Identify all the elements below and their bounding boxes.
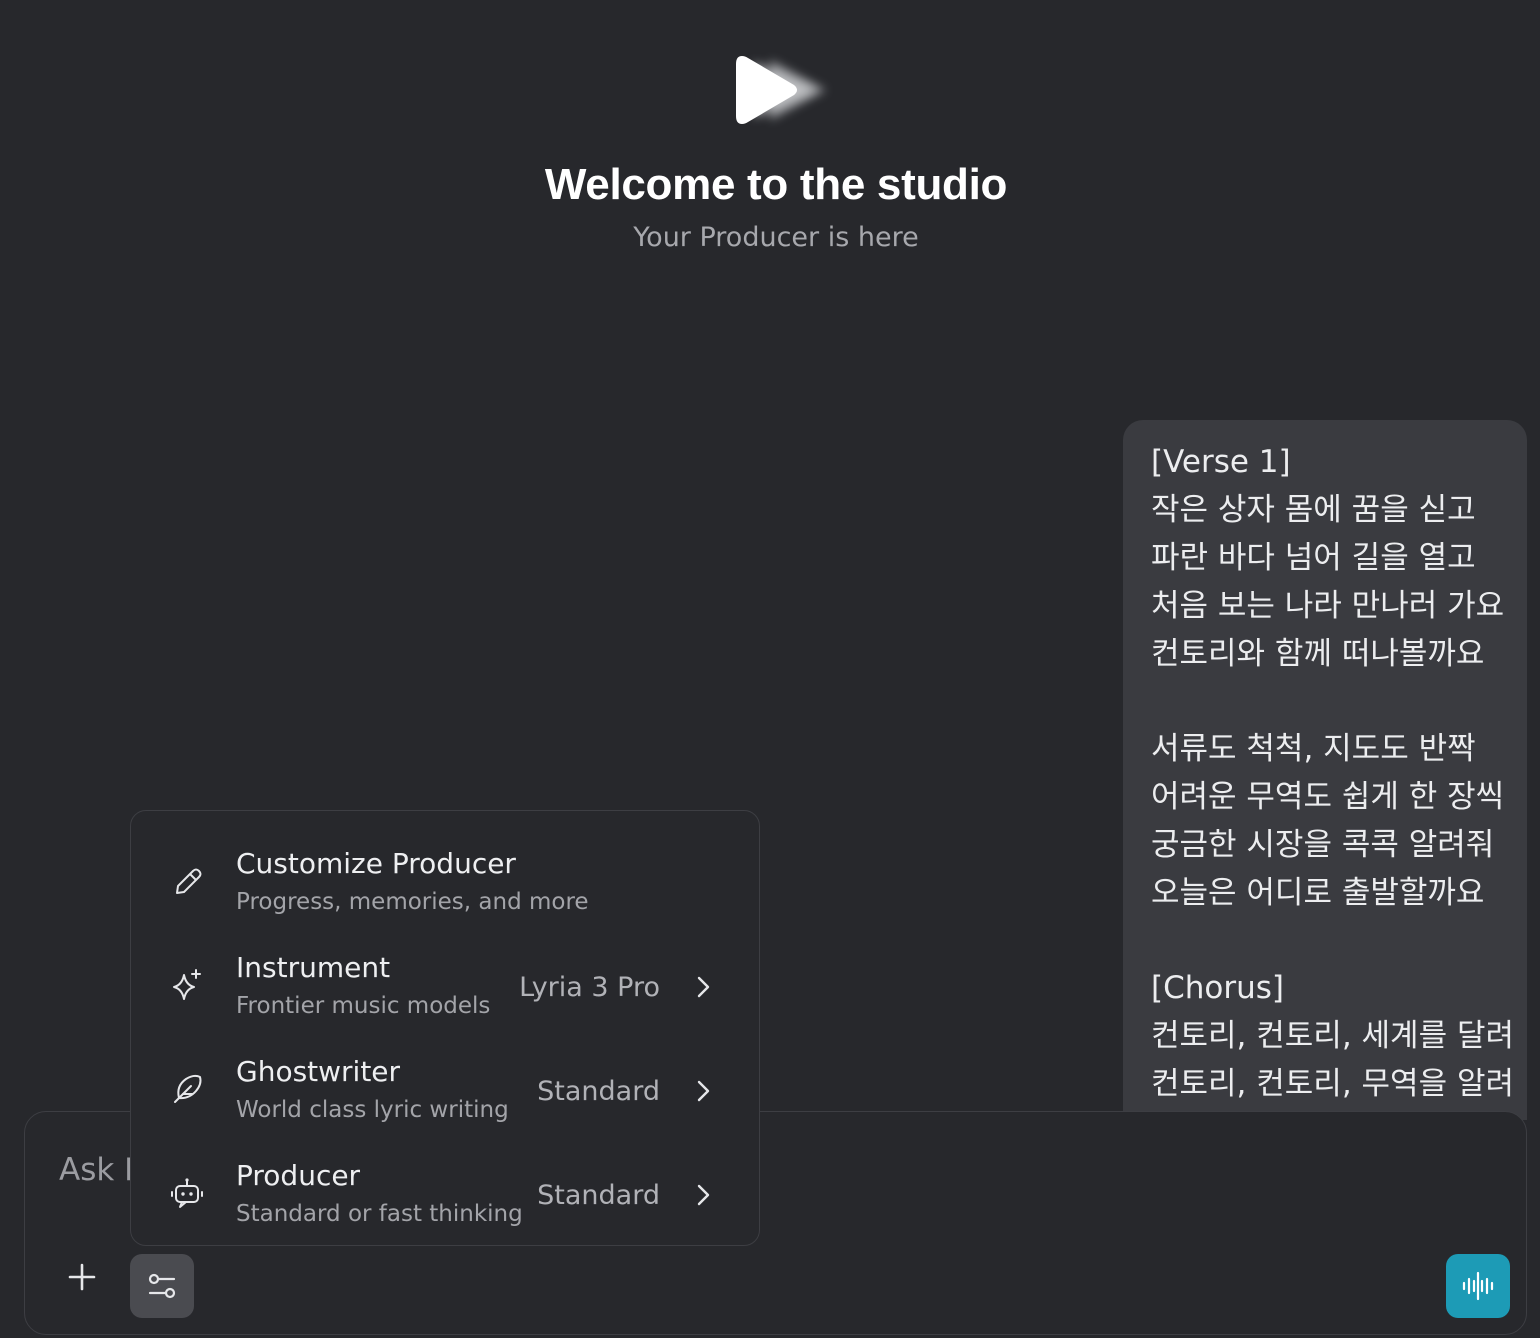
menu-item-description: Standard or fast thinking <box>236 1201 523 1227</box>
menu-item-description: Progress, memories, and more <box>236 889 589 915</box>
menu-item-instrument[interactable]: Instrument Frontier music models Lyria 3… <box>131 925 758 1029</box>
stanza-gap <box>1151 678 1527 725</box>
chevron-right-icon <box>691 975 715 999</box>
lyric-line: 컨토리와 함께 떠나볼까요 <box>1151 636 1485 672</box>
lyric-line: [Chorus] <box>1151 970 1284 1006</box>
robot-icon <box>169 1175 205 1211</box>
welcome-title: Welcome to the studio <box>544 160 1008 209</box>
menu-item-value: Standard <box>537 1180 660 1211</box>
menu-item-customize-producer[interactable]: Customize Producer Progress, memories, a… <box>131 821 758 925</box>
menu-item-title: Instrument <box>236 951 391 984</box>
lyric-line: 처음 보는 나라 만나러 가요 <box>1151 588 1505 624</box>
feather-icon <box>169 1071 205 1107</box>
sliders-icon <box>148 1273 176 1299</box>
menu-item-description: Frontier music models <box>236 993 491 1019</box>
lyric-line: 컨토리, 컨토리, 세계를 달려 <box>1151 1018 1514 1054</box>
lyric-line: 서류도 척척, 지도도 반짝 <box>1151 731 1476 767</box>
studio-logo <box>730 52 834 128</box>
menu-item-title: Ghostwriter <box>236 1055 401 1088</box>
menu-item-title: Customize Producer <box>236 847 516 880</box>
add-attachment-button[interactable] <box>59 1254 105 1300</box>
waveform-icon <box>1462 1271 1494 1301</box>
plus-icon <box>68 1263 96 1291</box>
producer-settings-menu: Customize Producer Progress, memories, a… <box>130 810 760 1246</box>
chevron-right-icon <box>691 1079 715 1103</box>
lyric-line: 파란 바다 넘어 길을 열고 <box>1151 540 1476 576</box>
voice-input-button[interactable] <box>1446 1254 1510 1318</box>
studio-screen: Welcome to the studio Your Producer is h… <box>0 0 1540 1338</box>
menu-item-description: World class lyric writing <box>236 1097 509 1123</box>
stanza-gap <box>1151 917 1527 964</box>
lyric-line: [Verse 1] <box>1151 444 1291 480</box>
lyric-line: 어려운 무역도 쉽게 한 장씩 <box>1151 779 1505 815</box>
tools-settings-button[interactable] <box>130 1254 194 1318</box>
lyric-line: 작은 상자 몸에 꿈을 싣고 <box>1151 492 1476 528</box>
pencil-icon <box>169 863 205 899</box>
sparkle-icon <box>169 967 205 1003</box>
lyric-line: 궁금한 시장을 콕콕 알려줘 <box>1151 827 1495 863</box>
menu-item-producer[interactable]: Producer Standard or fast thinking Stand… <box>131 1133 758 1237</box>
menu-item-title: Producer <box>236 1159 361 1192</box>
lyric-line: 컨토리, 컨토리, 무역을 알려 <box>1151 1066 1514 1102</box>
lyrics-message-bubble: [Verse 1] 작은 상자 몸에 꿈을 싣고 파란 바다 넘어 길을 열고 … <box>1123 420 1527 1120</box>
chevron-right-icon <box>691 1183 715 1207</box>
welcome-subtitle: Your Producer is here <box>633 222 919 253</box>
menu-item-ghostwriter[interactable]: Ghostwriter World class lyric writing St… <box>131 1029 758 1133</box>
menu-item-value: Lyria 3 Pro <box>519 972 660 1003</box>
lyric-line: 오늘은 어디로 출발할까요 <box>1151 875 1485 911</box>
menu-item-value: Standard <box>537 1076 660 1107</box>
